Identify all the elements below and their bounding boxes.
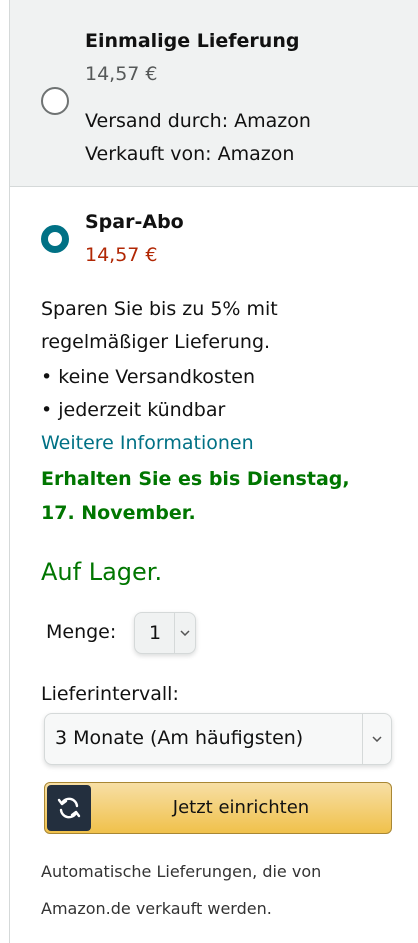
footer-note-line2: Amazon.de verkauft werden. bbox=[41, 899, 272, 918]
chevron-down-icon bbox=[174, 613, 195, 653]
subscribe-radio[interactable] bbox=[41, 225, 69, 253]
buy-box: Einmalige Lieferung 14,57 € Versand durc… bbox=[9, 0, 418, 943]
savings-text-line2: regelmäßiger Lieferung. bbox=[41, 331, 271, 353]
quantity-value: 1 bbox=[149, 622, 162, 644]
bullet-cancel-anytime: • jederzeit kündbar bbox=[41, 399, 226, 421]
one-time-radio[interactable] bbox=[41, 87, 69, 115]
interval-value: 3 Monate (Am häufigsten) bbox=[55, 727, 304, 749]
one-time-title: Einmalige Lieferung bbox=[85, 30, 300, 52]
subscribe-title: Spar-Abo bbox=[85, 211, 184, 233]
one-time-option[interactable]: Einmalige Lieferung 14,57 € Versand durc… bbox=[10, 0, 418, 187]
more-info-link[interactable]: Weitere Informationen bbox=[41, 432, 254, 454]
setup-subscription-button[interactable]: Jetzt einrichten bbox=[44, 782, 392, 834]
quantity-select[interactable]: 1 bbox=[134, 612, 196, 654]
one-time-price: 14,57 € bbox=[85, 63, 158, 85]
shipped-by: Versand durch: Amazon bbox=[85, 110, 311, 132]
savings-text-line1: Sparen Sie bis zu 5% mit bbox=[41, 298, 278, 320]
setup-button-label: Jetzt einrichten bbox=[172, 797, 310, 818]
quantity-label: Menge: bbox=[46, 621, 117, 643]
delivery-date-line1: Erhalten Sie es bis Dienstag, bbox=[41, 468, 350, 490]
interval-select[interactable]: 3 Monate (Am häufigsten) bbox=[44, 713, 392, 765]
subscribe-price: 14,57 € bbox=[85, 244, 158, 266]
footer-note-line1: Automatische Lieferungen, die von bbox=[41, 862, 322, 881]
delivery-date-line2: 17. November. bbox=[41, 502, 196, 524]
bullet-no-shipping: • keine Versandkosten bbox=[41, 366, 256, 388]
chevron-down-icon bbox=[362, 714, 391, 764]
refresh-icon bbox=[47, 785, 91, 831]
interval-label: Lieferintervall: bbox=[41, 683, 179, 705]
sold-by: Verkauft von: Amazon bbox=[85, 143, 295, 165]
stock-status: Auf Lager. bbox=[41, 558, 163, 586]
